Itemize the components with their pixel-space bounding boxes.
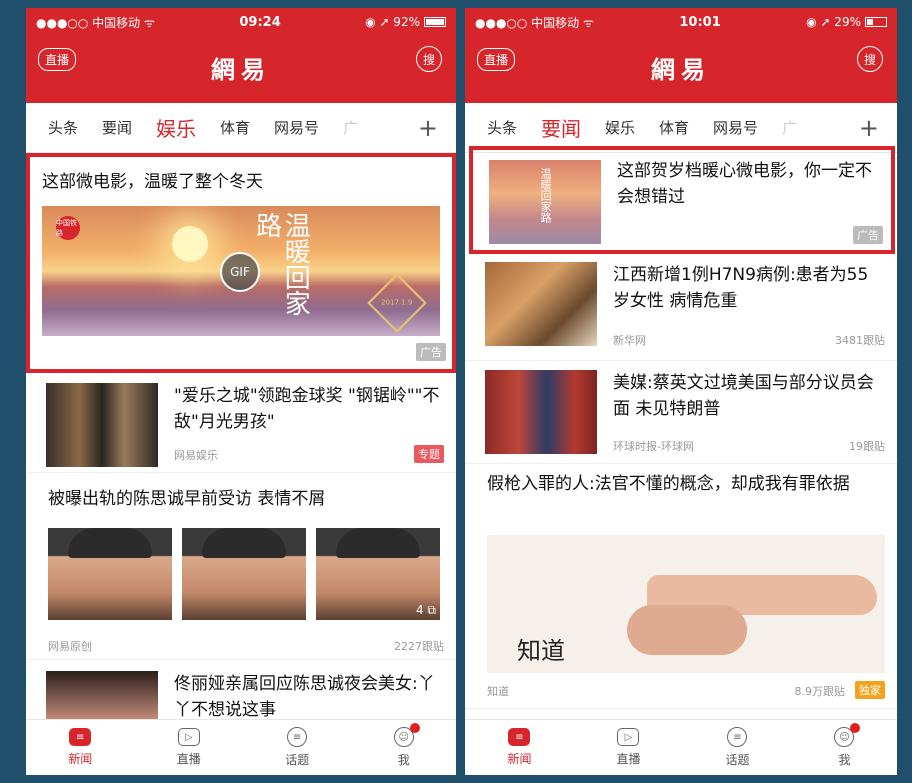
item-title: 假枪入罪的人:法官不懂的概念，却成我有罪依据: [487, 474, 850, 494]
tab-tiyu[interactable]: 体育: [220, 117, 250, 138]
app-header: ●●●○○ 中国移动 ᯤ 09:24 ◉ ➚ 92% 直播 網易 搜: [26, 8, 456, 103]
tabbar-me[interactable]: ☺ 我: [834, 723, 861, 768]
app-logo: 網易: [651, 54, 711, 84]
tabbar-news[interactable]: ≡ 新闻: [68, 728, 92, 767]
ad-title: 这部微电影，温暖了整个冬天: [42, 172, 263, 192]
play-icon: ▷: [617, 728, 640, 746]
ad-calligraphy: 温暖回家路: [251, 212, 311, 316]
gif-badge: GIF: [220, 252, 260, 292]
battery-text: ◉ ➚ 29%: [806, 15, 861, 29]
search-button[interactable]: 搜: [857, 46, 883, 72]
notification-dot: [409, 723, 420, 733]
zhidao-logo: 知道: [517, 637, 565, 665]
item-title: 被曝出轨的陈思诚早前受访 表情不屑: [48, 489, 326, 509]
tab-wangyihao[interactable]: 网易号: [274, 117, 319, 138]
tabbar-topic[interactable]: ≡ 话题: [725, 727, 750, 768]
bottom-tab-bar: ≡ 新闻 ▷ 直播 ≡ 话题 ☺ 我: [465, 719, 897, 775]
live-button[interactable]: 直播: [38, 48, 77, 71]
item-title: 美媒:蔡英文过境美国与部分议员会面 未见特朗普: [613, 373, 874, 419]
ad-tag: 广告: [853, 226, 883, 244]
photo-3: 4 ⧉: [316, 528, 440, 620]
app-logo: 網易: [211, 54, 271, 84]
item-source: 网易娱乐: [174, 449, 218, 462]
topic-tag: 专题: [414, 445, 444, 463]
ad-calligraphy: 温暖回家路: [539, 168, 553, 223]
clock: 10:01: [679, 14, 721, 30]
photo-2: [182, 528, 306, 620]
photo-count: 4 ⧉: [415, 603, 436, 617]
tab-yaowen[interactable]: 要闻: [541, 113, 581, 142]
tab-tiyu[interactable]: 体育: [659, 117, 689, 138]
status-bar: ●●●○○ 中国移动 ᯤ 09:24 ◉ ➚ 92%: [26, 8, 456, 36]
tabbar-live[interactable]: ▷ 直播: [177, 728, 201, 767]
list-item[interactable]: 被曝出轨的陈思诚早前受访 表情不屑 4 ⧉ 网易原创 2227跟贴: [26, 474, 456, 660]
chat-icon: ≡: [727, 727, 748, 747]
add-channel-icon[interactable]: +: [418, 114, 438, 142]
ad-card[interactable]: 温暖回家路 这部贺岁档暖心微电影，你一定不会想错过 广告: [469, 146, 895, 254]
exclusive-tag: 独家: [855, 681, 885, 699]
battery-icon: [864, 17, 887, 27]
news-icon: ≡: [69, 728, 92, 746]
item-title: 江西新增1例H7N9病例:患者为55岁女性 病情危重: [613, 265, 869, 311]
channel-tabs: 头条 要闻 娱乐 体育 网易号 广 +: [26, 103, 456, 153]
comment-count: 19跟贴: [849, 440, 885, 453]
item-source: 环球时报-环球网: [613, 440, 694, 453]
tabbar-topic[interactable]: ≡ 话题: [285, 727, 309, 768]
railway-logo-icon: 中国铁路: [56, 216, 80, 240]
item-title: 佟丽娅亲属回应陈思诚夜会美女:丫丫不想说这事: [174, 674, 435, 720]
notification-dot: [850, 723, 861, 733]
bottom-tab-bar: ≡ 新闻 ▷ 直播 ≡ 话题 ☺ 我: [26, 719, 456, 775]
clock: 09:24: [239, 14, 281, 30]
tab-yule[interactable]: 娱乐: [605, 117, 635, 138]
battery-icon: [423, 17, 446, 27]
live-button[interactable]: 直播: [477, 48, 516, 71]
add-channel-icon[interactable]: +: [859, 114, 879, 142]
ad-image: 中国铁路 温暖回家路 GIF 2017.1.9: [42, 206, 440, 336]
carrier: ●●●○○ 中国移动 ᯤ: [475, 15, 594, 30]
list-item[interactable]: 美媒:蔡英文过境美国与部分议员会面 未见特朗普 环球时报-环球网 19跟贴: [465, 362, 897, 464]
item-title: "爱乐之城"领跑金球奖 "钢锯岭""不敌"月光男孩": [174, 386, 440, 432]
tabbar-news[interactable]: ≡ 新闻: [507, 728, 532, 767]
photo-1: [48, 528, 172, 620]
ad-image: 温暖回家路: [489, 160, 601, 244]
news-icon: ≡: [508, 728, 531, 746]
tab-wangyihao[interactable]: 网易号: [713, 117, 758, 138]
item-source: 新华网: [613, 334, 646, 347]
tab-yaowen[interactable]: 要闻: [102, 117, 132, 138]
list-item[interactable]: 佟丽娅亲属回应陈思诚夜会美女:丫丫不想说这事: [26, 661, 456, 755]
status-bar: ●●●○○ 中国移动 ᯤ 10:01 ◉ ➚ 29%: [465, 8, 897, 36]
tab-guang[interactable]: 广: [343, 117, 358, 138]
comment-count: 2227跟贴: [394, 640, 444, 653]
list-item[interactable]: 假枪入罪的人:法官不懂的概念，却成我有罪依据 知道 知道 8.9万跟贴 独家: [465, 465, 897, 709]
app-header: ●●●○○ 中国移动 ᯤ 10:01 ◉ ➚ 29% 直播 網易 搜: [465, 8, 897, 103]
list-item[interactable]: "爱乐之城"领跑金球奖 "钢锯岭""不敌"月光男孩" 网易娱乐 专题: [26, 373, 456, 473]
ad-stamp: 2017.1.9: [367, 273, 427, 333]
item-thumbnail: [46, 383, 158, 467]
tab-toutiao[interactable]: 头条: [48, 117, 78, 138]
ad-tag: 广告: [416, 343, 446, 361]
comment-count: 8.9万跟贴: [794, 685, 846, 698]
phone-right: ●●●○○ 中国移动 ᯤ 10:01 ◉ ➚ 29% 直播 網易 搜 头条 要闻…: [465, 8, 897, 775]
tabbar-live[interactable]: ▷ 直播: [616, 728, 641, 767]
item-source: 知道: [487, 685, 509, 698]
comment-count: 3481跟贴: [835, 334, 885, 347]
play-icon: ▷: [177, 728, 200, 746]
carrier: ●●●○○ 中国移动 ᯤ: [36, 15, 155, 30]
ad-card[interactable]: 这部微电影，温暖了整个冬天 中国铁路 温暖回家路 GIF 2017.1.9 广告: [26, 153, 456, 373]
tab-guang[interactable]: 广: [782, 117, 797, 138]
item-thumbnail: [485, 370, 597, 454]
item-image: 知道: [487, 535, 885, 673]
ad-title: 这部贺岁档暖心微电影，你一定不会想错过: [617, 161, 872, 207]
item-thumbnail: [485, 262, 597, 346]
tabbar-me[interactable]: ☺ 我: [393, 723, 420, 768]
tab-toutiao[interactable]: 头条: [487, 117, 517, 138]
phone-left: ●●●○○ 中国移动 ᯤ 09:24 ◉ ➚ 92% 直播 網易 搜 头条 要闻…: [26, 8, 456, 775]
list-item[interactable]: 江西新增1例H7N9病例:患者为55岁女性 病情危重 新华网 3481跟贴: [465, 258, 897, 361]
search-button[interactable]: 搜: [416, 46, 442, 72]
battery-text: ◉ ➚ 92%: [365, 15, 420, 29]
item-source: 网易原创: [48, 640, 92, 653]
chat-icon: ≡: [287, 727, 308, 747]
tab-yule[interactable]: 娱乐: [156, 113, 196, 142]
